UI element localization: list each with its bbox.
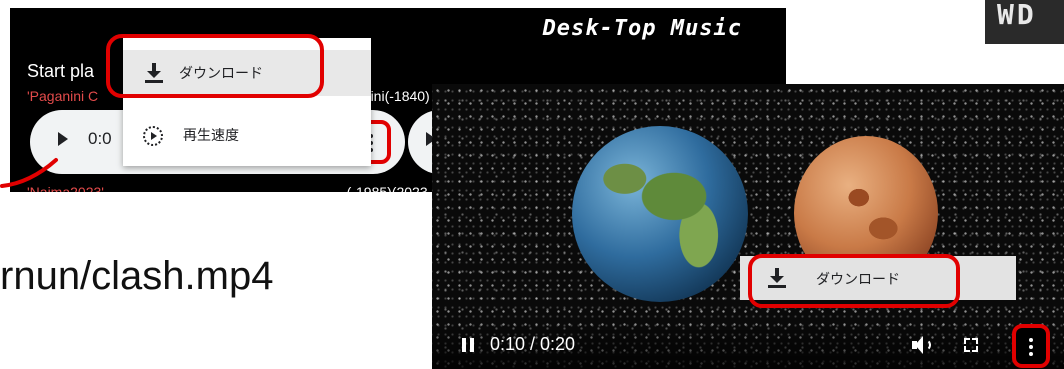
menu-item-playback-speed-label: 再生速度: [183, 128, 239, 144]
audio-time-1: 0:0: [88, 129, 112, 148]
video-more-options-button[interactable]: [1012, 324, 1050, 368]
corner-badge: WD: [985, 0, 1064, 44]
more-vert-icon: [1029, 338, 1033, 359]
file-name-text: rnun/clash.mp4: [0, 254, 274, 298]
site-title: Desk-Top Music: [542, 16, 742, 41]
pause-icon[interactable]: [462, 338, 474, 352]
video-player[interactable]: ダウンロード 0:10 / 0:20: [432, 84, 1064, 369]
annotation-arrow: [0, 158, 58, 188]
menu-item-playback-speed[interactable]: 再生速度: [123, 114, 371, 160]
fullscreen-icon[interactable]: [964, 338, 978, 352]
video-time: 0:10 / 0:20: [490, 334, 576, 354]
video-controls-bar: 0:10 / 0:20: [432, 320, 1064, 369]
video-download-highlight-ring: [748, 254, 960, 308]
play-icon[interactable]: [58, 132, 68, 146]
earth-image: [572, 126, 748, 302]
volume-icon[interactable]: [912, 336, 932, 354]
start-text: Start pla: [27, 61, 95, 81]
download-highlight-ring: [106, 34, 324, 98]
track-title-1[interactable]: 'Paganini C: [27, 88, 98, 104]
playback-speed-icon: [143, 126, 163, 146]
